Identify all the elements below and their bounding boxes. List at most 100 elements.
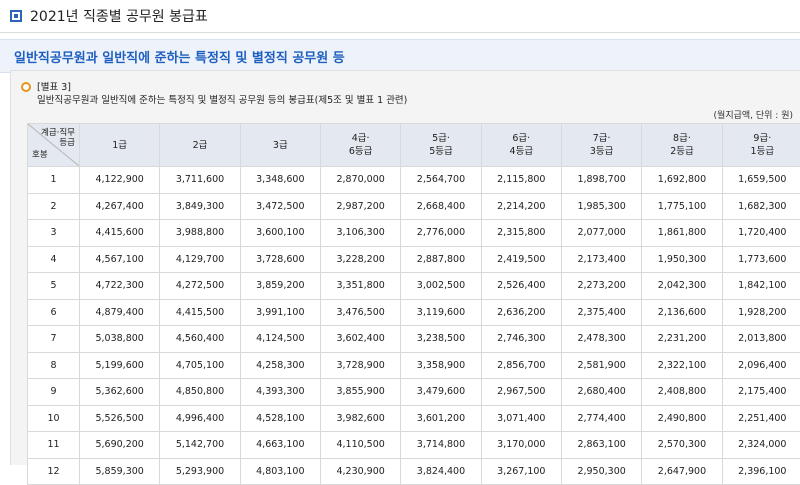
salary-cell: 4,722,300 [80, 273, 160, 300]
table-row: 54,722,3004,272,5003,859,2003,351,8003,0… [28, 273, 800, 300]
salary-cell: 2,478,300 [561, 326, 641, 353]
column-header: 4급· 6등급 [320, 124, 400, 167]
salary-cell: 3,472,500 [240, 193, 320, 220]
salary-cell: 4,996,400 [160, 405, 240, 432]
corner-bottom-label: 호봉 [32, 149, 48, 162]
salary-cell: 4,705,100 [160, 352, 240, 379]
salary-cell: 2,774,400 [561, 405, 641, 432]
column-header: 5급· 5등급 [401, 124, 481, 167]
salary-cell: 4,850,800 [160, 379, 240, 406]
salary-cell: 2,870,000 [320, 167, 400, 194]
step-cell: 4 [28, 246, 80, 273]
column-header: 3급 [240, 124, 320, 167]
salary-cell: 5,038,800 [80, 326, 160, 353]
unit-text: (월지급액, 단위 : 원) [714, 108, 793, 121]
square-bullet-icon [10, 10, 22, 22]
note-label: [별표 3] [37, 81, 407, 94]
salary-cell: 1,659,500 [722, 167, 800, 194]
salary-cell: 3,849,300 [160, 193, 240, 220]
section-title: 일반직공무원과 일반직에 준하는 특정직 및 별정직 공무원 등 [14, 47, 345, 66]
salary-cell: 2,324,000 [722, 432, 800, 459]
salary-cell: 4,230,900 [320, 458, 400, 485]
salary-cell: 2,680,400 [561, 379, 641, 406]
salary-cell: 3,601,200 [401, 405, 481, 432]
column-header: 1급 [80, 124, 160, 167]
content-panel: [별표 3] 일반직공무원과 일반직에 준하는 특정직 및 별정직 공무원 등의… [10, 70, 800, 465]
step-cell: 5 [28, 273, 80, 300]
step-cell: 1 [28, 167, 80, 194]
step-cell: 7 [28, 326, 80, 353]
table-row: 85,199,6004,705,1004,258,3003,728,9003,3… [28, 352, 800, 379]
table-header-row: 계급·직무 등급 호봉 1급2급3급4급· 6등급5급· 5등급6급· 4등급7… [28, 124, 800, 167]
salary-cell: 3,982,600 [320, 405, 400, 432]
table-row: 125,859,3005,293,9004,803,1004,230,9003,… [28, 458, 800, 485]
corner-top-label: 계급·직무 등급 [41, 128, 75, 148]
step-cell: 10 [28, 405, 80, 432]
salary-cell: 3,238,500 [401, 326, 481, 353]
salary-cell: 1,898,700 [561, 167, 641, 194]
table-row: 64,879,4004,415,5003,991,1003,476,5003,1… [28, 299, 800, 326]
table-row: 95,362,6004,850,8004,393,3003,855,9003,4… [28, 379, 800, 406]
salary-cell: 5,199,600 [80, 352, 160, 379]
salary-cell: 4,124,500 [240, 326, 320, 353]
salary-cell: 4,663,100 [240, 432, 320, 459]
salary-cell: 3,002,500 [401, 273, 481, 300]
salary-cell: 5,690,200 [80, 432, 160, 459]
salary-cell: 3,600,100 [240, 220, 320, 247]
salary-cell: 2,526,400 [481, 273, 561, 300]
salary-cell: 4,567,100 [80, 246, 160, 273]
step-cell: 8 [28, 352, 80, 379]
salary-cell: 4,528,100 [240, 405, 320, 432]
step-cell: 12 [28, 458, 80, 485]
salary-cell: 2,570,300 [642, 432, 722, 459]
salary-cell: 2,115,800 [481, 167, 561, 194]
table-row: 105,526,5004,996,4004,528,1003,982,6003,… [28, 405, 800, 432]
salary-cell: 2,096,400 [722, 352, 800, 379]
salary-cell: 3,824,400 [401, 458, 481, 485]
circle-bullet-icon [21, 82, 31, 92]
salary-cell: 4,122,900 [80, 167, 160, 194]
salary-cell: 3,351,800 [320, 273, 400, 300]
table-row: 44,567,1004,129,7003,728,6003,228,2002,8… [28, 246, 800, 273]
salary-cell: 2,175,400 [722, 379, 800, 406]
salary-cell: 2,322,100 [642, 352, 722, 379]
salary-cell: 2,490,800 [642, 405, 722, 432]
salary-cell: 2,636,200 [481, 299, 561, 326]
salary-cell: 3,358,900 [401, 352, 481, 379]
table-row: 75,038,8004,560,4004,124,5003,602,4003,2… [28, 326, 800, 353]
section-banner: 일반직공무원과 일반직에 준하는 특정직 및 별정직 공무원 등 [0, 39, 800, 73]
salary-cell: 5,859,300 [80, 458, 160, 485]
page-header: 2021년 직종별 공무원 봉급표 [0, 0, 800, 33]
salary-cell: 1,775,100 [642, 193, 722, 220]
salary-cell: 3,119,600 [401, 299, 481, 326]
salary-cell: 5,362,600 [80, 379, 160, 406]
salary-cell: 2,887,800 [401, 246, 481, 273]
salary-cell: 2,776,000 [401, 220, 481, 247]
column-header: 2급 [160, 124, 240, 167]
salary-cell: 3,728,900 [320, 352, 400, 379]
salary-cell: 2,856,700 [481, 352, 561, 379]
salary-cell: 3,228,200 [320, 246, 400, 273]
salary-cell: 3,267,100 [481, 458, 561, 485]
salary-cell: 3,855,900 [320, 379, 400, 406]
salary-cell: 1,682,300 [722, 193, 800, 220]
salary-cell: 3,991,100 [240, 299, 320, 326]
salary-cell: 4,267,400 [80, 193, 160, 220]
salary-cell: 4,560,400 [160, 326, 240, 353]
salary-cell: 1,985,300 [561, 193, 641, 220]
salary-cell: 2,173,400 [561, 246, 641, 273]
salary-cell: 2,396,100 [722, 458, 800, 485]
salary-cell: 1,842,100 [722, 273, 800, 300]
salary-cell: 2,564,700 [401, 167, 481, 194]
salary-cell: 2,251,400 [722, 405, 800, 432]
salary-cell: 4,393,300 [240, 379, 320, 406]
salary-cell: 2,950,300 [561, 458, 641, 485]
salary-cell: 5,293,900 [160, 458, 240, 485]
step-cell: 3 [28, 220, 80, 247]
salary-cell: 2,746,300 [481, 326, 561, 353]
salary-cell: 2,136,600 [642, 299, 722, 326]
salary-cell: 2,214,200 [481, 193, 561, 220]
salary-cell: 4,803,100 [240, 458, 320, 485]
table-row: 14,122,9003,711,6003,348,6002,870,0002,5… [28, 167, 800, 194]
column-header: 9급· 1등급 [722, 124, 800, 167]
